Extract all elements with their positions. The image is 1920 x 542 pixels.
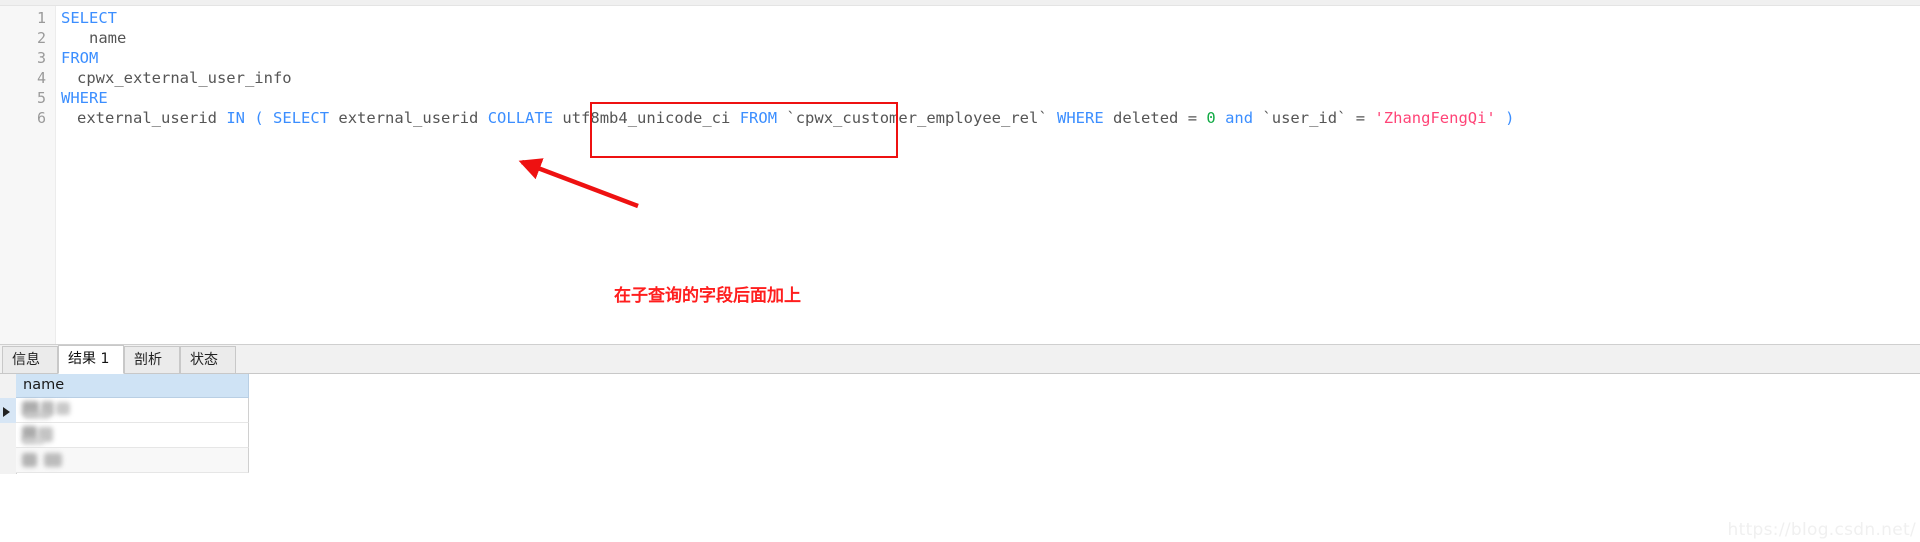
sql-client-window: 1 2 3 4 5 6 SELECT name FROM cpwx_extern… xyxy=(0,0,1920,542)
table-row[interactable] xyxy=(16,423,249,448)
table-row[interactable] xyxy=(16,398,249,423)
sub-table-name: `cpwx_customer_employee_rel` xyxy=(786,109,1048,127)
line-number: 3 xyxy=(36,49,46,67)
sub-column: external_userid xyxy=(338,109,479,127)
code-line-3: FROM xyxy=(61,48,98,68)
column-header-name[interactable]: name xyxy=(16,374,249,398)
watermark: https://blog.csdn.net/ xyxy=(1727,520,1916,540)
tab-label: 状态 xyxy=(190,352,218,368)
annotation-caption: 在子查询的字段后面加上 xyxy=(614,286,801,306)
keyword-subfrom: FROM xyxy=(739,109,778,127)
row-indicator-column xyxy=(0,374,17,474)
equals-operator-2: = xyxy=(1355,109,1366,127)
equals-operator: = xyxy=(1187,109,1198,127)
numeric-literal: 0 xyxy=(1206,109,1216,127)
keyword-where: WHERE xyxy=(61,89,108,107)
line-number: 4 xyxy=(36,69,46,87)
keyword-from: FROM xyxy=(61,49,99,67)
paren-open: ( xyxy=(254,109,264,127)
keyword-select: SELECT xyxy=(61,9,117,27)
table-row[interactable] xyxy=(16,448,249,473)
code-line-1: SELECT xyxy=(61,8,117,28)
code-line-4: cpwx_external_user_info xyxy=(77,68,292,88)
tab-result-1[interactable]: 结果 1 xyxy=(58,345,124,374)
results-panel: 信息 结果 1 剖析 状态 name xyxy=(0,344,1920,542)
code-area[interactable]: SELECT name FROM cpwx_external_user_info… xyxy=(55,6,1920,344)
keyword-in: IN xyxy=(226,109,245,127)
keyword-subselect: SELECT xyxy=(273,109,330,127)
tab-status[interactable]: 状态 xyxy=(180,346,236,373)
outer-column: external_userid xyxy=(77,109,217,127)
tab-profile[interactable]: 剖析 xyxy=(124,346,180,373)
tab-label: 结果 1 xyxy=(68,351,110,367)
line-number: 6 xyxy=(36,109,46,127)
deleted-column: deleted xyxy=(1113,109,1179,127)
keyword-collate: COLLATE xyxy=(487,109,554,127)
column-name: name xyxy=(89,29,127,47)
sql-editor[interactable]: 1 2 3 4 5 6 SELECT name FROM cpwx_extern… xyxy=(0,6,1920,344)
line-number: 1 xyxy=(36,9,46,27)
current-row-marker-icon xyxy=(3,407,10,417)
collation-name: utf8mb4_unicode_ci xyxy=(562,109,731,127)
code-line-6: external_userid IN ( SELECT external_use… xyxy=(77,108,1514,128)
tab-label: 信息 xyxy=(12,352,40,368)
line-number-gutter: 1 2 3 4 5 6 xyxy=(0,6,56,344)
results-tabbar[interactable]: 信息 结果 1 剖析 状态 xyxy=(0,345,1920,374)
keyword-subwhere: WHERE xyxy=(1057,109,1104,127)
user-id-column: `user_id` xyxy=(1262,109,1347,127)
code-line-2: name xyxy=(89,28,126,48)
string-literal: 'ZhangFengQi' xyxy=(1374,109,1496,127)
line-number: 2 xyxy=(36,29,46,47)
tab-label: 剖析 xyxy=(134,352,162,368)
paren-close: ) xyxy=(1505,109,1515,127)
keyword-and: and xyxy=(1225,109,1254,127)
tab-info[interactable]: 信息 xyxy=(2,346,58,373)
line-number: 5 xyxy=(36,89,46,107)
table-name: cpwx_external_user_info xyxy=(77,69,292,87)
column-header-label: name xyxy=(23,377,65,393)
code-line-5: WHERE xyxy=(61,88,108,108)
